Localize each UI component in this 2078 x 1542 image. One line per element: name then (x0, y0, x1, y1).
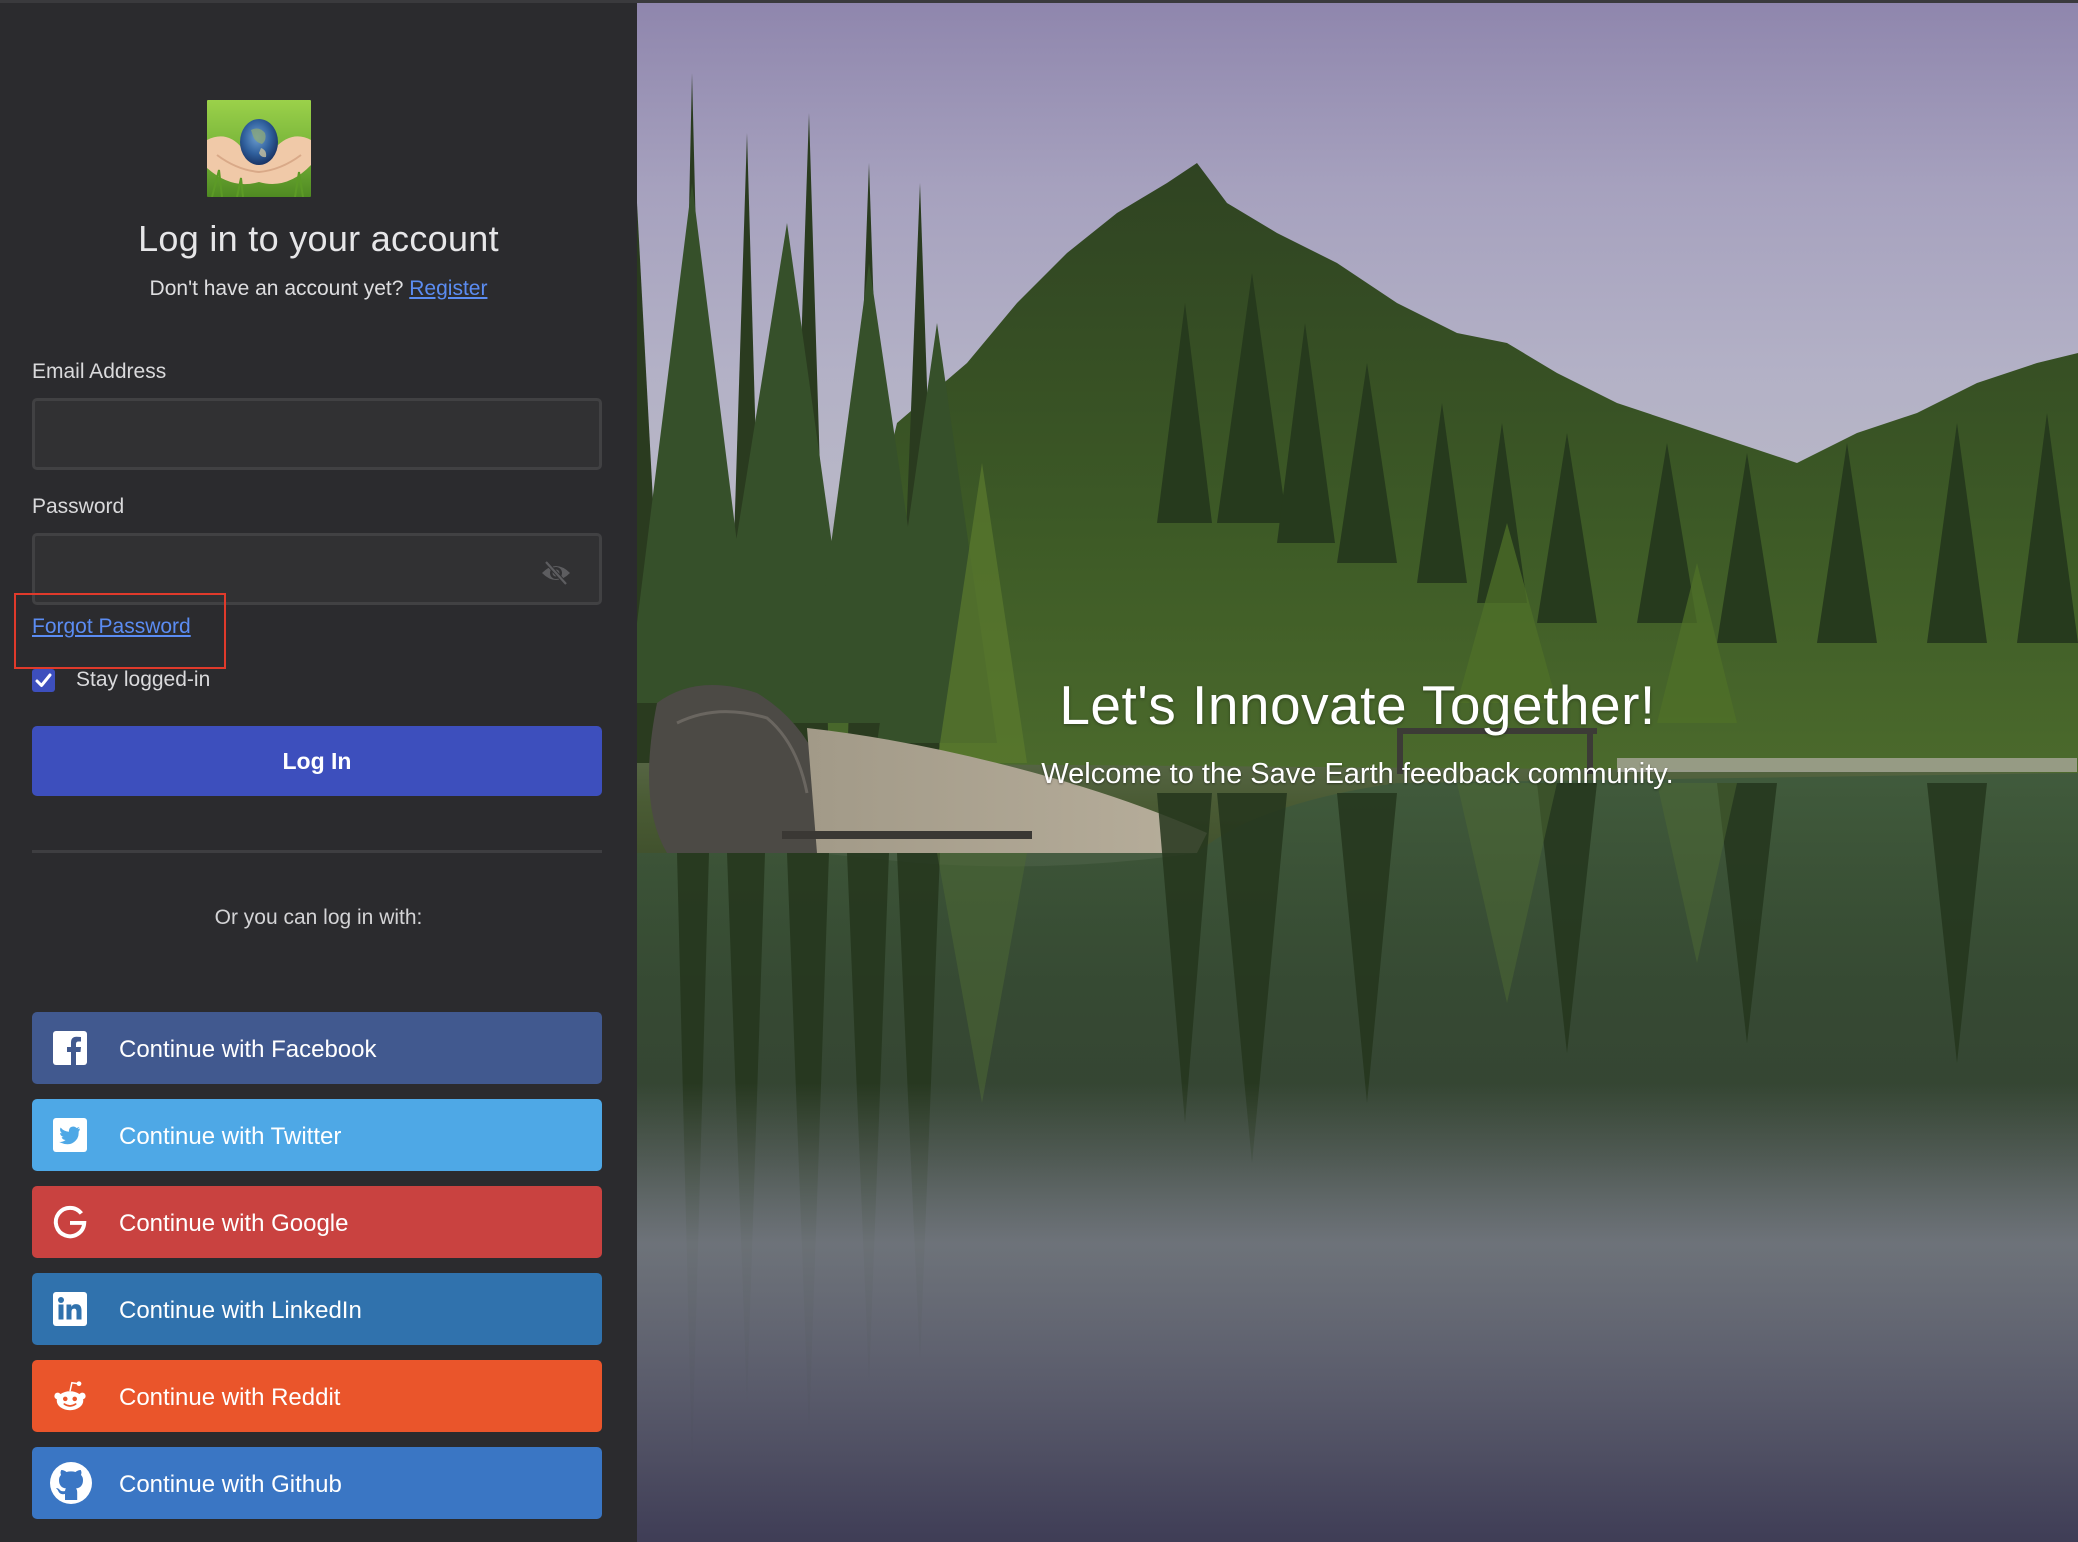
github-login-button[interactable]: Continue with Github (32, 1447, 602, 1519)
facebook-login-button[interactable]: Continue with Facebook (32, 1012, 602, 1084)
hero-headline: Let's Innovate Together! (1059, 674, 1656, 736)
google-login-label: Continue with Google (119, 1210, 349, 1237)
login-panel: Log in to your account Don't have an acc… (0, 3, 637, 1542)
password-label: Password (32, 495, 125, 518)
twitter-login-label: Continue with Twitter (119, 1123, 342, 1150)
register-link[interactable]: Register (409, 277, 487, 300)
page-title: Log in to your account (138, 218, 499, 259)
twitter-login-button[interactable]: Continue with Twitter (32, 1099, 602, 1171)
linkedin-login-label: Continue with LinkedIn (119, 1297, 362, 1324)
forgot-password-link[interactable]: Forgot Password (32, 615, 191, 639)
email-field[interactable] (32, 398, 602, 470)
stay-logged-in-checkbox[interactable] (32, 669, 55, 692)
no-account-text: Don't have an account yet? (149, 277, 404, 300)
google-icon (52, 1204, 88, 1240)
reddit-icon (52, 1378, 88, 1414)
github-icon (48, 1460, 94, 1506)
github-login-label: Continue with Github (119, 1471, 342, 1498)
register-prompt: Don't have an account yet? Register (0, 277, 637, 301)
twitter-icon (52, 1117, 88, 1153)
password-field[interactable] (32, 533, 602, 605)
stay-logged-in-label: Stay logged-in (76, 668, 211, 691)
linkedin-login-button[interactable]: Continue with LinkedIn (32, 1273, 602, 1345)
alt-login-text: Or you can log in with: (214, 906, 423, 929)
linkedin-icon (52, 1291, 88, 1327)
hero-background-image: Let's Innovate Together! Welcome to the … (637, 3, 2078, 1542)
reddit-login-label: Continue with Reddit (119, 1384, 341, 1411)
login-button[interactable]: Log In (32, 726, 602, 796)
reddit-login-button[interactable]: Continue with Reddit (32, 1360, 602, 1432)
window-top-border (0, 0, 2078, 3)
divider (32, 850, 602, 853)
google-login-button[interactable]: Continue with Google (32, 1186, 602, 1258)
email-label: Email Address (32, 360, 167, 383)
eye-off-icon[interactable] (540, 560, 572, 586)
hero-subheadline: Welcome to the Save Earth feedback commu… (1041, 758, 1674, 790)
earth-in-hands-logo (207, 100, 311, 197)
facebook-login-label: Continue with Facebook (119, 1036, 377, 1063)
facebook-icon (52, 1030, 88, 1066)
checkmark-icon (35, 673, 52, 687)
